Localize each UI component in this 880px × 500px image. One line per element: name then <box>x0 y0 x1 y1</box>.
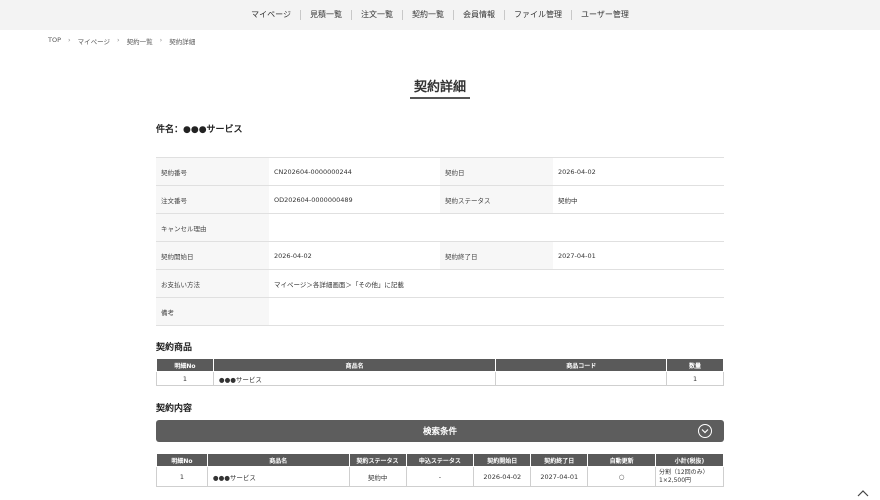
order-no-label: 注文番号 <box>156 186 269 213</box>
table-cell: ●●●サービス <box>206 466 350 487</box>
breadcrumb-current: 契約詳細 <box>169 38 196 46</box>
table-row: 1 ●●●サービス 契約中 - 2026-04-02 2027-04-01 ○ … <box>156 466 724 487</box>
nav-quotes[interactable]: 見積一覧 <box>300 10 351 20</box>
chevron-down-circle-icon[interactable] <box>698 424 712 438</box>
detail-row: 備考 <box>156 298 724 326</box>
payment-method-label: お支払い方法 <box>156 270 269 297</box>
table-cell: 1 <box>156 466 208 487</box>
column-header: 申込ステータス <box>405 453 475 467</box>
detail-row: お支払い方法 マイページ＞各詳細画面＞「その他」に記載 <box>156 270 724 298</box>
detail-row: 注文番号 OD202604-0000000489 契約ステータス 契約中 <box>156 186 724 214</box>
nav-member-info[interactable]: 会員情報 <box>453 10 504 20</box>
cancel-reason-value <box>269 214 724 241</box>
nav-contracts[interactable]: 契約一覧 <box>402 10 453 20</box>
note-value <box>269 298 724 325</box>
search-conditions-bar[interactable]: 検索条件 <box>156 420 724 442</box>
contract-contents-title: 契約内容 <box>156 404 193 414</box>
breadcrumb-separator-icon: › <box>68 36 71 44</box>
contract-contents-table: 明細No 商品名 契約ステータス 申込ステータス 契約開始日 契約終了日 自動更… <box>156 453 724 487</box>
table-cell: 1 <box>156 371 214 386</box>
breadcrumb-separator-icon: › <box>117 36 120 44</box>
column-header: 契約ステータス <box>348 453 407 467</box>
end-date-value: 2027-04-01 <box>558 251 596 260</box>
status-label: 契約ステータス <box>440 186 553 213</box>
contract-products-table: 明細No 商品名 商品コード 数量 1 ●●●サービス 1 <box>156 358 724 386</box>
start-date-value: 2026-04-02 <box>274 251 312 260</box>
nav-orders[interactable]: 注文一覧 <box>351 10 402 20</box>
column-header: 契約終了日 <box>530 453 589 467</box>
payment-method-value: マイページ＞各詳細画面＞「その他」に記載 <box>274 280 404 289</box>
search-conditions-label: 検索条件 <box>422 427 457 437</box>
status-value: 契約中 <box>558 196 578 205</box>
table-cell: 2027-04-01 <box>530 466 589 487</box>
title-underline <box>410 97 470 99</box>
column-header: 小計(税抜) <box>655 453 724 467</box>
order-no-value: OD202604-0000000489 <box>274 195 353 204</box>
column-header: 商品名 <box>206 453 350 467</box>
breadcrumb-top[interactable]: TOP <box>48 36 61 46</box>
column-header: 明細No <box>156 358 214 372</box>
table-cell: 1 <box>666 371 724 386</box>
table-header-row: 明細No 商品名 契約ステータス 申込ステータス 契約開始日 契約終了日 自動更… <box>156 453 724 467</box>
contract-detail-table: 契約番号 CN202604-0000000244 契約日 2026-04-02 … <box>156 157 724 326</box>
end-date-label: 契約終了日 <box>440 242 553 269</box>
top-navigation: マイページ 見積一覧 注文一覧 契約一覧 会員情報 ファイル管理 ユーザー管理 <box>0 0 880 30</box>
nav-file-management[interactable]: ファイル管理 <box>504 10 571 20</box>
note-label: 備考 <box>156 298 269 325</box>
table-cell: ○ <box>587 466 657 487</box>
nav-user-management[interactable]: ユーザー管理 <box>571 10 638 20</box>
table-cell: - <box>405 466 475 487</box>
detail-row: 契約番号 CN202604-0000000244 契約日 2026-04-02 <box>156 158 724 186</box>
contract-no-value: CN202604-0000000244 <box>274 167 352 176</box>
chevron-up-icon[interactable] <box>856 488 870 498</box>
table-cell <box>495 371 668 386</box>
detail-row: 契約開始日 2026-04-02 契約終了日 2027-04-01 <box>156 242 724 270</box>
table-cell: 契約中 <box>348 466 407 487</box>
breadcrumb-separator-icon: › <box>159 36 163 44</box>
column-header: 契約開始日 <box>473 453 532 467</box>
nav-mypage[interactable]: マイページ <box>242 10 300 20</box>
page-title: 契約詳細 <box>413 80 466 95</box>
breadcrumb: TOP › マイページ › 契約一覧 › 契約詳細 <box>48 36 195 46</box>
column-header: 自動更新 <box>587 453 657 467</box>
column-header: 商品名 <box>212 358 497 372</box>
main-content: TOP › マイページ › 契約一覧 › 契約詳細 契約詳細 件名：●●●サービ… <box>0 30 880 500</box>
column-header: 明細No <box>156 453 208 467</box>
table-cell: 分割（12回のみ） 1×2,500円 <box>655 466 724 487</box>
table-cell: 2026-04-02 <box>473 466 532 487</box>
cancel-reason-label: キャンセル理由 <box>156 214 269 241</box>
breadcrumb-contract-list[interactable]: 契約一覧 <box>127 36 153 46</box>
column-header: 数量 <box>666 358 724 372</box>
table-row: 1 ●●●サービス 1 <box>156 371 724 386</box>
table-cell: ●●●サービス <box>212 371 497 386</box>
contract-date-value: 2026-04-02 <box>558 167 596 176</box>
subject-heading: 件名：●●●サービス <box>156 125 243 135</box>
table-header-row: 明細No 商品名 商品コード 数量 <box>156 358 724 372</box>
detail-row: キャンセル理由 <box>156 214 724 242</box>
start-date-label: 契約開始日 <box>156 242 269 269</box>
breadcrumb-mypage[interactable]: マイページ <box>78 36 110 46</box>
contract-products-title: 契約商品 <box>156 343 193 353</box>
contract-no-label: 契約番号 <box>156 158 269 185</box>
column-header: 商品コード <box>495 358 668 372</box>
contract-date-label: 契約日 <box>440 158 553 185</box>
